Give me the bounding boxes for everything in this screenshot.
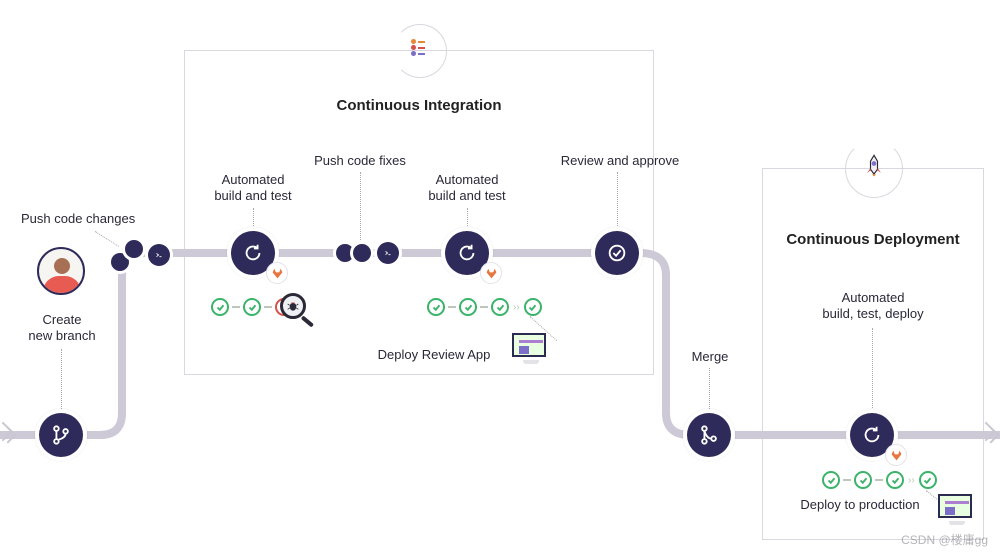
git-branch-icon <box>50 424 72 446</box>
gitlab-badge-1 <box>266 262 288 284</box>
commit-dot-3 <box>336 244 354 262</box>
ci-orbit-icon <box>393 24 447 78</box>
node-merge <box>687 413 731 457</box>
commit-dot-1 <box>111 253 129 271</box>
status-pass-icon <box>211 298 229 316</box>
node-create-branch <box>39 413 83 457</box>
refresh-icon <box>861 424 883 446</box>
gitlab-badge-2 <box>480 262 502 284</box>
bug-icon <box>285 298 301 314</box>
review-app-screen <box>512 333 546 357</box>
status-pass-icon <box>459 298 477 316</box>
status-pass-icon <box>854 471 872 489</box>
status-pass-icon <box>243 298 261 316</box>
checkmark-icon <box>606 242 628 264</box>
terminal-icon <box>383 248 393 258</box>
rocket-icon <box>860 153 888 181</box>
prompt-dot-2 <box>377 242 399 264</box>
gitlab-icon <box>485 267 498 280</box>
status-pass-icon <box>427 298 445 316</box>
status-pass-icon <box>524 298 542 316</box>
status-pass-icon <box>919 471 937 489</box>
user-avatar <box>37 247 85 295</box>
chevron-icon: ›› <box>513 302 520 313</box>
chevron-icon: ›› <box>908 475 915 486</box>
terminal-icon <box>154 250 164 260</box>
gitlab-icon <box>890 449 903 462</box>
gitlab-icon <box>271 267 284 280</box>
commit-dot-4 <box>353 244 371 262</box>
commit-dot-2 <box>125 240 143 258</box>
refresh-icon <box>242 242 264 264</box>
status-pass-icon <box>822 471 840 489</box>
status-pass-icon <box>491 298 509 316</box>
refresh-icon <box>456 242 478 264</box>
watermark-text: CSDN @楼庸gg <box>901 531 988 548</box>
node-review-approve <box>595 231 639 275</box>
gitlab-badge-3 <box>885 444 907 466</box>
git-merge-icon <box>698 424 720 446</box>
status-row-3: ›› <box>822 471 937 489</box>
rocket-orbit-icon <box>845 140 903 198</box>
diagram-canvas: Continuous Integration Continuous Deploy… <box>0 0 1000 554</box>
prompt-dot-1 <box>148 244 170 266</box>
production-screen <box>938 494 972 518</box>
status-row-2: ›› <box>427 298 542 316</box>
status-pass-icon <box>886 471 904 489</box>
bug-magnifier <box>280 293 316 329</box>
